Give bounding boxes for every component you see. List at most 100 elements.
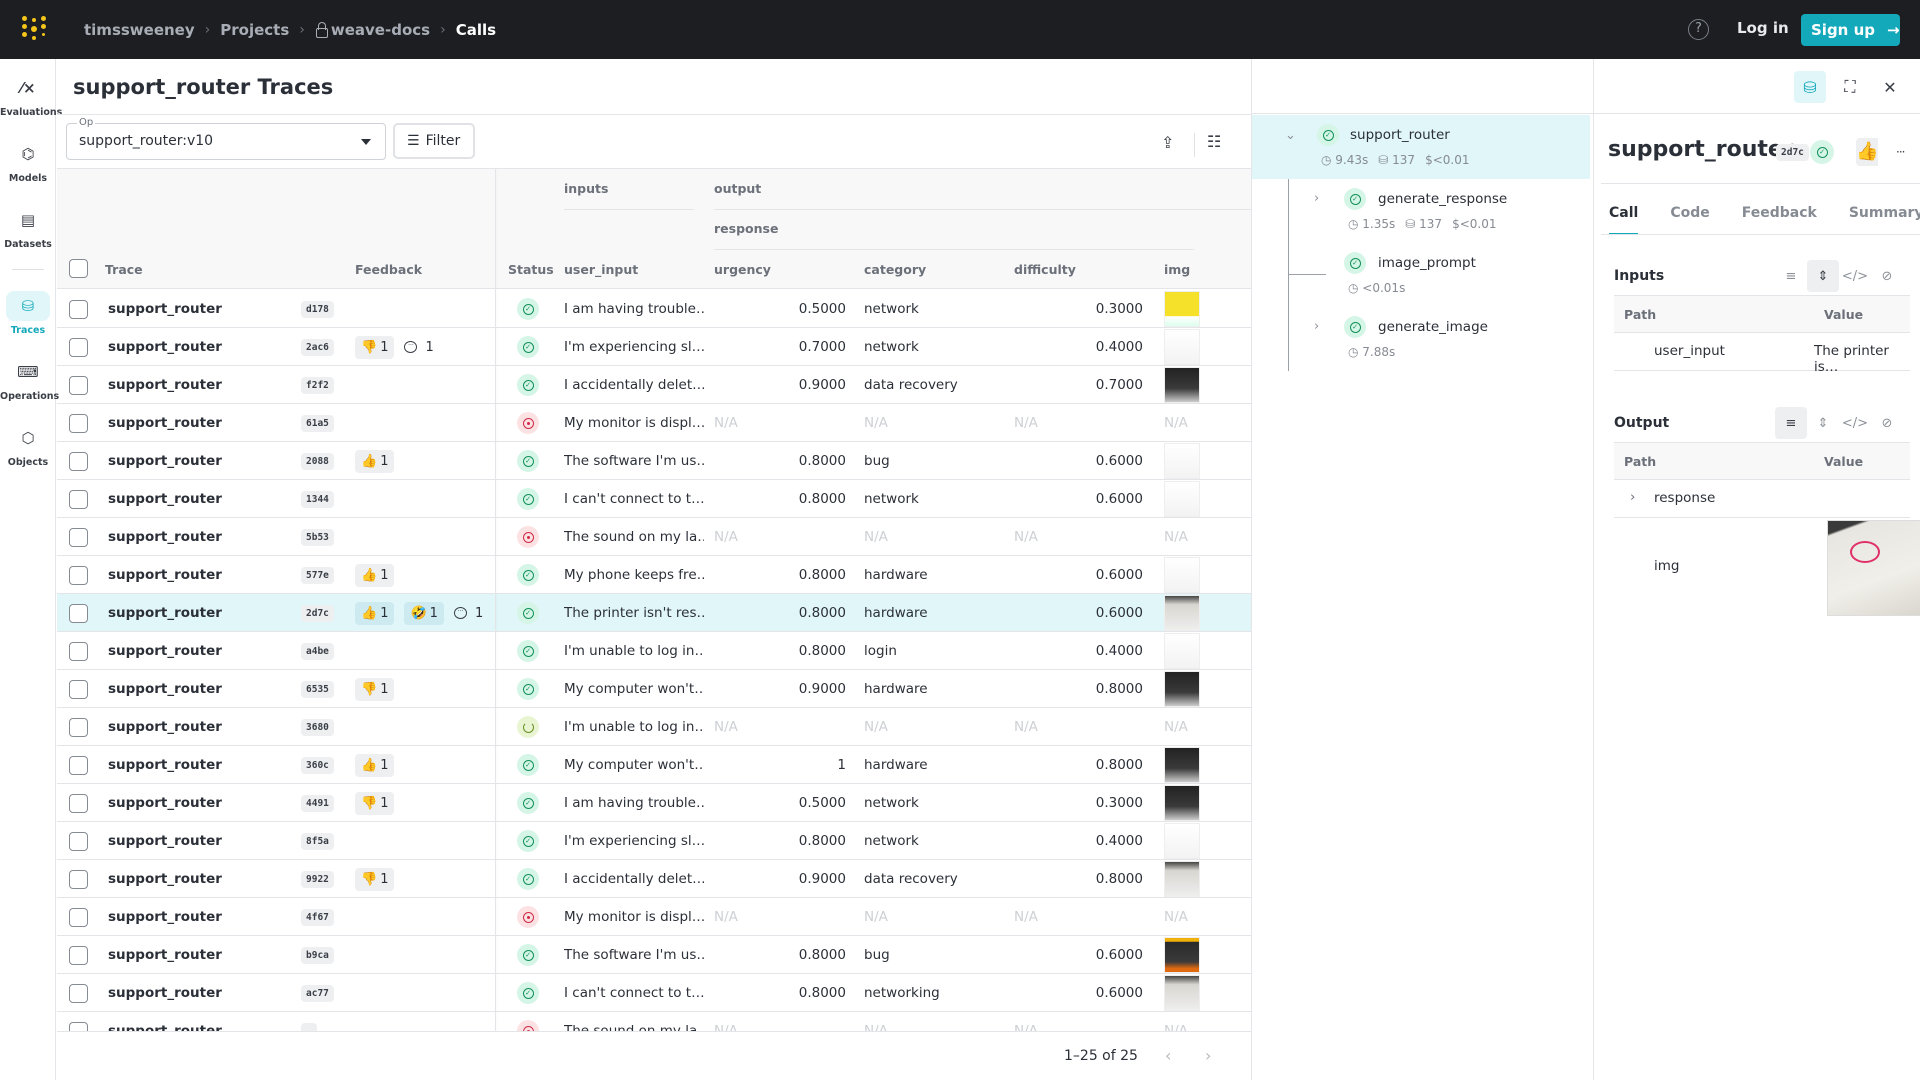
img-thumbnail[interactable] [1164,633,1200,669]
table-row[interactable]: support_router b9ca ✓ The software I'm us… 0… [57,936,1251,974]
img-thumbnail[interactable] [1164,329,1200,365]
img-thumbnail[interactable] [1164,595,1200,631]
feedback-reaction[interactable]: 👍 1 [355,563,395,587]
feedback-reaction[interactable]: 👎 1 [355,791,395,815]
table-row[interactable]: support_router 4491 👎 1 ✓ I am having trouble… [57,784,1251,822]
header-urgency[interactable]: urgency [714,262,771,277]
trace-name[interactable]: support_router [108,290,222,328]
feedback-reaction[interactable]: 👎 1 [355,335,395,359]
tree-node-support-router[interactable]: ⌄ ✓ support_router ◷ 9.43s ⛁ 137 $<0.01 [1252,115,1590,179]
tree-node-generate-image[interactable]: › ✓ generate_image ◷ 7.88s [1252,307,1590,371]
export-icon[interactable]: ⇪ [1161,133,1174,152]
row-checkbox[interactable] [69,442,88,480]
expand-icon[interactable]: ⇕ [1807,260,1839,292]
sidebar-item-operations[interactable]: ⌨ Operations [0,357,59,402]
table-row[interactable]: support_router 4f67 My monitor is displ… N/… [57,898,1251,936]
row-checkbox[interactable] [69,670,88,708]
table-row[interactable]: support_router … The sound on my la… N/A N/A… [57,1012,1251,1031]
row-checkbox[interactable] [69,480,88,518]
user-input-cell[interactable]: My computer won't… [564,670,704,708]
feedback-reaction[interactable]: 👍 1 [355,601,395,625]
row-checkbox[interactable] [69,860,88,898]
close-icon[interactable]: ✕ [1874,71,1906,103]
select-all-checkbox[interactable] [69,259,88,278]
header-difficulty[interactable]: difficulty [1014,262,1076,277]
weave-logo-icon[interactable] [22,16,48,42]
table-row[interactable]: support_router 1344 ✓ I can't connect to t…… [57,480,1251,518]
img-thumbnail[interactable] [1164,367,1200,403]
trace-name[interactable]: support_router [108,404,222,442]
prev-page-button[interactable]: ‹ [1165,1046,1171,1065]
breadcrumb-projects[interactable]: Projects [220,21,289,39]
list-view-icon[interactable]: ≡ [1775,407,1807,439]
tab-call[interactable]: Call [1609,205,1639,235]
trace-name[interactable]: support_router [108,480,222,518]
next-page-button[interactable]: › [1205,1046,1211,1065]
trace-name[interactable]: support_router [108,632,222,670]
table-row[interactable]: support_router 61a5 My monitor is displ… N/… [57,404,1251,442]
user-input-cell[interactable]: I'm unable to log in… [564,632,704,670]
row-checkbox[interactable] [69,556,88,594]
table-row[interactable]: support_router 9922 👎 1 ✓ I accidentally dele… [57,860,1251,898]
img-thumbnail[interactable] [1164,937,1200,973]
row-checkbox[interactable] [69,404,88,442]
list-view-icon[interactable]: ≡ [1775,260,1807,292]
header-feedback[interactable]: Feedback [355,262,422,277]
row-checkbox[interactable] [69,936,88,974]
trace-name[interactable]: support_router [108,784,222,822]
row-checkbox[interactable] [69,898,88,936]
user-input-cell[interactable]: The printer isn't res… [564,594,704,632]
row-checkbox[interactable] [69,328,88,366]
tree-node-image-prompt[interactable]: ✓ image_prompt ◷ <0.01s [1252,243,1590,307]
trace-name[interactable]: support_router [108,822,222,860]
table-row[interactable]: support_router 2d7c 👍 1 🤣 1 ··· 1 ✓ The printer i… [57,594,1251,632]
tree-node-generate-response[interactable]: › ✓ generate_response ◷ 1.35s ⛁ 137 $<0.… [1252,179,1590,243]
chevron-right-icon[interactable]: › [1630,489,1635,505]
feedback-reaction[interactable]: 👎 1 [355,677,395,701]
feedback-reaction[interactable]: 🤣 1 [404,601,444,625]
user-input-cell[interactable]: I can't connect to t… [564,974,704,1012]
chevron-right-icon[interactable]: › [1314,191,1319,206]
trace-name[interactable]: support_router [108,860,222,898]
img-thumbnail[interactable] [1164,443,1200,479]
user-input-cell[interactable]: The software I'm us… [564,442,704,480]
row-checkbox[interactable] [69,518,88,556]
hide-icon[interactable]: ⊘ [1871,407,1903,439]
inputs-row[interactable]: user_input The printer is… [1614,333,1910,375]
header-img[interactable]: img [1164,262,1190,277]
table-row[interactable]: support_router ac77 ✓ I can't connect to t…… [57,974,1251,1012]
trace-name[interactable]: support_router [108,328,222,366]
code-view-icon[interactable]: </> [1839,407,1871,439]
img-thumbnail[interactable] [1164,557,1200,593]
table-row[interactable]: support_router 2088 👍 1 ✓ The software I'm us… [57,442,1251,480]
fullscreen-icon[interactable]: ⛶ [1834,71,1866,103]
row-checkbox[interactable] [69,708,88,746]
tab-feedback[interactable]: Feedback [1742,205,1817,235]
row-checkbox[interactable] [69,632,88,670]
user-input-cell[interactable]: I'm unable to log in… [564,708,704,746]
user-input-cell[interactable]: The sound on my la… [564,518,704,556]
chevron-down-icon[interactable]: ⌄ [1285,128,1296,143]
comments[interactable]: ··· 1 [404,340,434,355]
table-row[interactable]: support_router 2ac6 👎 1 ··· 1 ✓ I'm experiencin… [57,328,1251,366]
sidebar-item-traces[interactable]: ⛁ Traces [0,291,56,336]
signup-button[interactable]: Sign up → [1801,14,1900,46]
img-thumbnail[interactable] [1164,671,1200,707]
user-input-cell[interactable]: The sound on my la… [564,1012,704,1031]
op-select[interactable]: Op support_router:v10 [66,117,386,160]
trace-name[interactable]: support_router [108,556,222,594]
hide-icon[interactable]: ⊘ [1871,260,1903,292]
output-row-img[interactable]: img [1614,518,1920,618]
feedback-reaction[interactable]: 👍 1 [355,449,395,473]
user-input-cell[interactable]: My monitor is displ… [564,898,704,936]
table-row[interactable]: support_router 6535 👎 1 ✓ My computer won't… 0… [57,670,1251,708]
img-thumbnail[interactable] [1164,481,1200,517]
user-input-cell[interactable]: My computer won't… [564,746,704,784]
img-thumbnail[interactable] [1164,975,1200,1011]
trace-name[interactable]: support_router [108,974,222,1012]
table-row[interactable]: support_router 8f5a ✓ I'm experiencing sl… 0… [57,822,1251,860]
img-thumbnail[interactable] [1164,785,1200,821]
img-thumbnail[interactable] [1164,861,1200,897]
trace-tree-toggle-icon[interactable]: ⛁ [1794,71,1826,103]
breadcrumb-user[interactable]: timssweeney [84,21,195,39]
